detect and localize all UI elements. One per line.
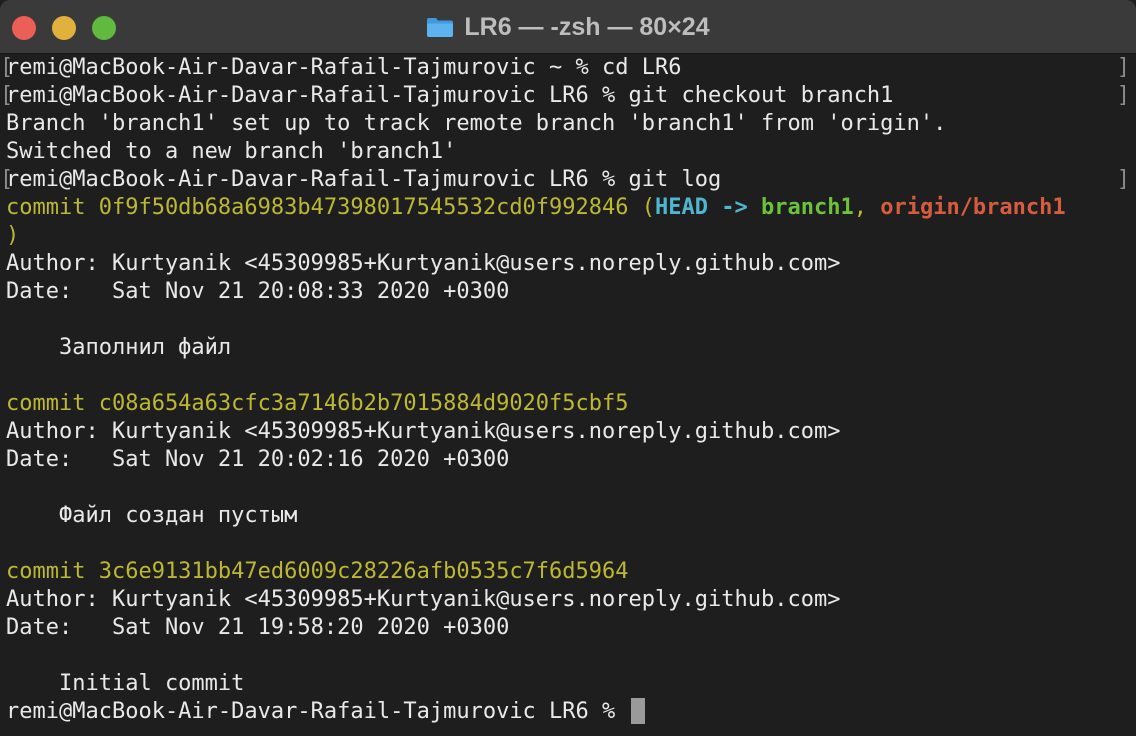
date-text: Date: Sat Nov 21 20:02:16 2020 +0300 [6, 447, 510, 472]
window-title: LR6 — -zsh — 80×24 [464, 12, 710, 41]
commit-author: Author: Kurtyanik <45309985+Kurtyanik@us… [0, 586, 1136, 614]
line-bracket-left: [ [0, 167, 14, 192]
commit-line: commit 0f9f50db68a6983b47398017545532cd0… [0, 194, 1136, 222]
message-text: Файл создан пустым [6, 503, 298, 528]
head-ref: HEAD -> [655, 195, 761, 220]
text-cursor [630, 698, 645, 724]
commit-date: Date: Sat Nov 21 20:02:16 2020 +0300 [0, 446, 1136, 474]
terminal-window: LR6 — -zsh — 80×24 [remi@MacBook-Air-Dav… [0, 0, 1136, 736]
command-text: remi@MacBook-Air-Davar-Rafail-Tajmurovic… [6, 83, 894, 108]
commit-author: Author: Kurtyanik <45309985+Kurtyanik@us… [0, 418, 1136, 446]
remote-branch-ref: origin/branch1 [880, 195, 1066, 220]
commit-line: commit c08a654a63cfc3a7146b2b7015884d902… [0, 390, 1136, 418]
terminal-line-cmd-log: [remi@MacBook-Air-Davar-Rafail-Tajmurovi… [0, 166, 1136, 194]
output-text: Switched to a new branch 'branch1' [6, 139, 457, 164]
commit-date: Date: Sat Nov 21 19:58:20 2020 +0300 [0, 614, 1136, 642]
line-bracket-right: ] [1116, 55, 1130, 80]
window-title-area: LR6 — -zsh — 80×24 [0, 0, 1136, 54]
line-bracket-left: [ [0, 55, 14, 80]
terminal-prompt-line[interactable]: remi@MacBook-Air-Davar-Rafail-Tajmurovic… [0, 698, 1136, 726]
terminal-line-output: Switched to a new branch 'branch1' [0, 138, 1136, 166]
output-text: Branch 'branch1' set up to track remote … [6, 111, 947, 136]
line-bracket-right: ] [1116, 167, 1130, 192]
commit-message: Заполнил файл [0, 334, 1136, 362]
refs-separator: , [853, 195, 881, 220]
commit-hash: commit c08a654a63cfc3a7146b2b7015884d902… [6, 391, 629, 416]
commit-hash: commit 3c6e9131bb47ed6009c28226afb0535c7… [6, 559, 629, 584]
commit-hash: commit 0f9f50db68a6983b47398017545532cd0… [6, 195, 629, 220]
commit-line: commit 3c6e9131bb47ed6009c28226afb0535c7… [0, 558, 1136, 586]
author-text: Author: Kurtyanik <45309985+Kurtyanik@us… [6, 251, 841, 276]
commit-date: Date: Sat Nov 21 20:08:33 2020 +0300 [0, 278, 1136, 306]
local-branch-ref: branch1 [761, 195, 854, 220]
refs-close: ) [6, 223, 20, 248]
prompt-text: remi@MacBook-Air-Davar-Rafail-Tajmurovic… [6, 699, 629, 724]
message-text: Заполнил файл [6, 335, 232, 360]
author-text: Author: Kurtyanik <45309985+Kurtyanik@us… [6, 419, 841, 444]
author-text: Author: Kurtyanik <45309985+Kurtyanik@us… [6, 587, 841, 612]
line-bracket-right: ] [1116, 83, 1130, 108]
commit-author: Author: Kurtyanik <45309985+Kurtyanik@us… [0, 250, 1136, 278]
folder-icon [427, 18, 454, 37]
commit-message: Initial commit [0, 670, 1136, 698]
terminal-line-cmd-checkout: [remi@MacBook-Air-Davar-Rafail-Tajmurovi… [0, 82, 1136, 110]
command-text: remi@MacBook-Air-Davar-Rafail-Tajmurovic… [6, 55, 682, 80]
terminal-line-cmd-cd: [remi@MacBook-Air-Davar-Rafail-Tajmurovi… [0, 54, 1136, 82]
line-bracket-left: [ [0, 83, 14, 108]
message-text: Initial commit [6, 671, 245, 696]
commit-line-wrap: ) [0, 222, 1136, 250]
date-text: Date: Sat Nov 21 19:58:20 2020 +0300 [6, 615, 510, 640]
date-text: Date: Sat Nov 21 20:08:33 2020 +0300 [6, 279, 510, 304]
commit-message: Файл создан пустым [0, 502, 1136, 530]
command-text: remi@MacBook-Air-Davar-Rafail-Tajmurovic… [6, 167, 722, 192]
terminal-line-output: Branch 'branch1' set up to track remote … [0, 110, 1136, 138]
title-bar[interactable]: LR6 — -zsh — 80×24 [0, 0, 1136, 54]
terminal-content[interactable]: [remi@MacBook-Air-Davar-Rafail-Tajmurovi… [0, 54, 1136, 736]
refs-open: ( [628, 195, 656, 220]
